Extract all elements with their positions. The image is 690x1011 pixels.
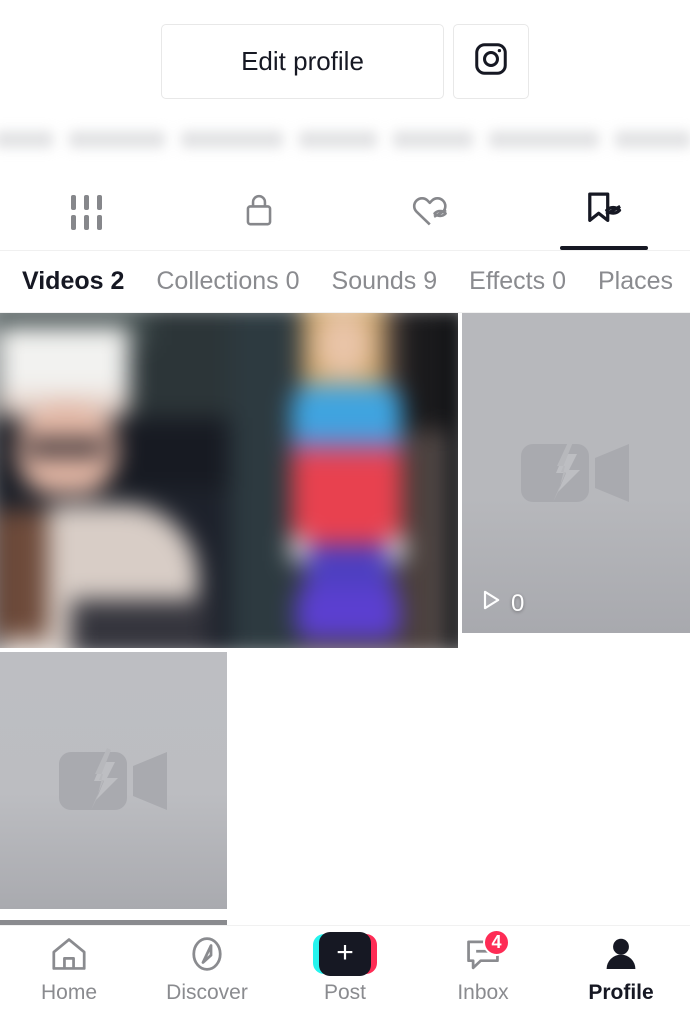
- nav-label-profile: Profile: [588, 980, 654, 1004]
- posts-grid-icon: [70, 195, 102, 230]
- instagram-icon: [472, 40, 510, 83]
- sub-tab-videos[interactable]: Videos 2: [22, 267, 124, 296]
- bottom-navigation: Home Discover + Post 4 Inbox Profile: [0, 925, 690, 1011]
- video-thumbnail[interactable]: 0: [462, 313, 690, 633]
- tab-underline: [559, 246, 648, 250]
- sub-tab-sounds[interactable]: Sounds 9: [332, 267, 438, 296]
- tiktok-profile-screen: Edit profile Videos 2 Collections 0 Soun…: [0, 0, 690, 1011]
- inbox-icon: 4: [460, 928, 510, 975]
- person-icon: [598, 933, 644, 975]
- play-count-value: 0: [511, 589, 525, 617]
- tab-posts[interactable]: [0, 175, 173, 250]
- tab-private[interactable]: [173, 175, 346, 250]
- broken-video-icon: [55, 740, 173, 822]
- nav-item-inbox[interactable]: 4 Inbox: [414, 928, 552, 1005]
- inbox-badge: 4: [483, 928, 510, 956]
- sub-tab-collections[interactable]: Collections 0: [156, 267, 299, 296]
- nav-item-discover[interactable]: Discover: [138, 933, 276, 1005]
- broken-video-placeholder: [0, 652, 227, 909]
- edit-profile-button[interactable]: Edit profile: [161, 24, 444, 99]
- profile-bio: [0, 109, 690, 169]
- thumbnail-image: [0, 313, 458, 648]
- broken-video-placeholder: [462, 313, 690, 633]
- play-icon: [480, 588, 502, 619]
- sub-tab-places[interactable]: Places: [598, 267, 673, 296]
- bookmark-hidden-icon: [581, 189, 627, 236]
- instagram-link-button[interactable]: [453, 24, 529, 99]
- play-count: 0: [480, 588, 524, 619]
- nav-item-profile[interactable]: Profile: [552, 933, 690, 1005]
- video-thumbnail[interactable]: [0, 652, 227, 909]
- tab-favorites[interactable]: [518, 175, 690, 250]
- tab-liked[interactable]: [345, 175, 518, 250]
- heart-hidden-icon: [409, 190, 453, 235]
- broken-video-icon: [517, 432, 635, 514]
- scroll-indicator[interactable]: [0, 920, 690, 925]
- lock-icon: [242, 190, 276, 235]
- nav-item-home[interactable]: Home: [0, 933, 138, 1005]
- post-plus-icon: +: [313, 931, 377, 976]
- nav-label-home: Home: [40, 980, 98, 1004]
- sub-tab-effects[interactable]: Effects 0: [469, 267, 566, 296]
- nav-label-inbox: Inbox: [457, 980, 509, 1004]
- content-sub-tabs: Videos 2 Collections 0 Sounds 9 Effects …: [0, 251, 690, 313]
- video-thumbnail[interactable]: [0, 313, 458, 648]
- bio-redacted-text: [0, 130, 690, 148]
- nav-item-post[interactable]: + Post: [276, 931, 414, 1005]
- home-icon: [46, 933, 92, 975]
- profile-icon-tabs: [0, 175, 690, 251]
- video-grid: 0: [0, 313, 690, 920]
- profile-actions-row: Edit profile: [0, 0, 690, 99]
- compass-icon: [184, 933, 230, 975]
- nav-label-post: Post: [323, 980, 367, 1004]
- nav-label-discover: Discover: [166, 980, 248, 1004]
